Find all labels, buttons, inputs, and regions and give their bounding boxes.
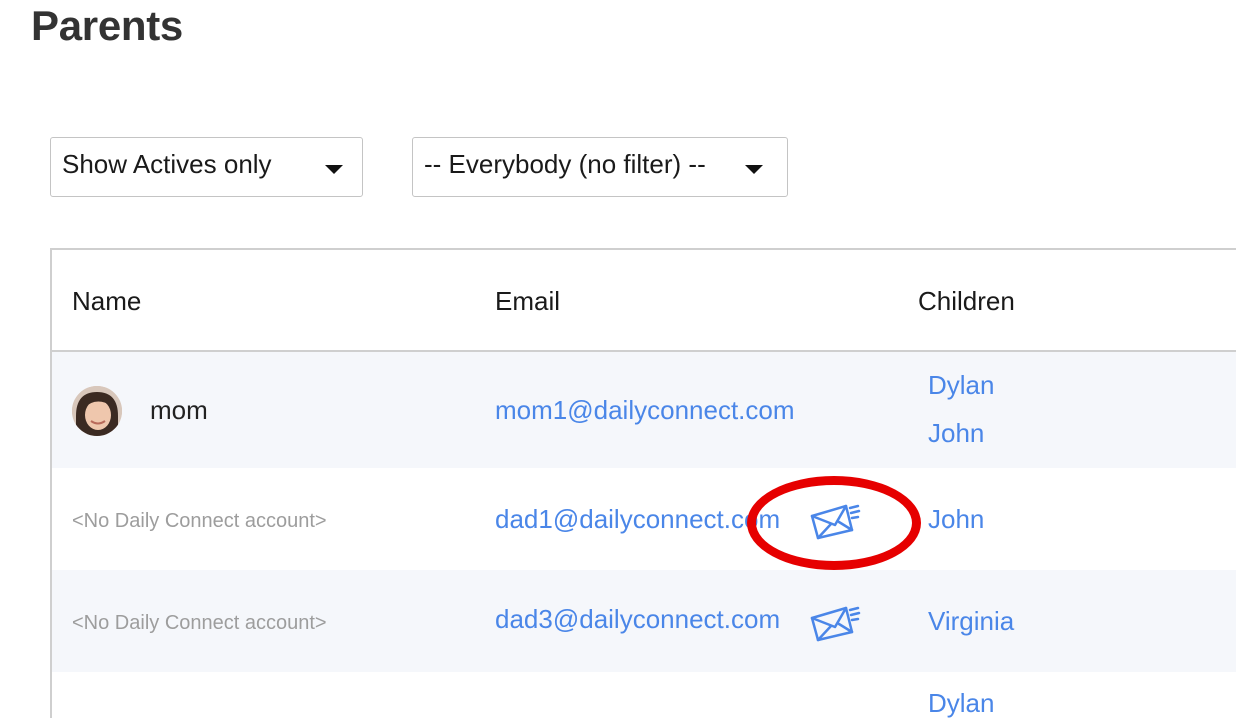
status-filter-value: Show Actives only xyxy=(62,149,272,179)
parents-table: Name Email Children mom mom1@dailyconnec… xyxy=(50,248,1236,718)
table-row: Dylan xyxy=(52,672,1236,718)
child-link[interactable]: John xyxy=(928,504,984,535)
column-header-children[interactable]: Children xyxy=(918,286,1015,317)
child-link[interactable]: John xyxy=(928,418,984,449)
send-email-icon[interactable] xyxy=(808,502,862,540)
table-row: <No Daily Connect account> dad1@dailycon… xyxy=(52,468,1236,570)
status-filter-select[interactable]: Show Actives only xyxy=(50,137,363,197)
parent-name: mom xyxy=(150,395,208,425)
child-link[interactable]: Dylan xyxy=(928,688,994,718)
send-email-icon[interactable] xyxy=(808,604,862,642)
chevron-down-icon xyxy=(745,165,763,174)
page-title: Parents xyxy=(31,2,183,49)
parent-email-link[interactable]: dad1@dailyconnect.com xyxy=(495,504,780,535)
table-header: Name Email Children xyxy=(52,250,1236,352)
table-row: mom mom1@dailyconnect.com Dylan John xyxy=(52,352,1236,468)
parent-email-link[interactable]: dad3@dailyconnect.com xyxy=(495,604,780,635)
child-link[interactable]: Dylan xyxy=(928,370,994,401)
avatar xyxy=(72,386,122,436)
chevron-down-icon xyxy=(325,165,343,174)
column-header-email[interactable]: Email xyxy=(495,286,560,317)
parent-email-link[interactable]: mom1@dailyconnect.com xyxy=(495,395,795,426)
no-account-label: <No Daily Connect account> xyxy=(72,612,327,634)
table-row: <No Daily Connect account> dad3@dailycon… xyxy=(52,570,1236,672)
column-header-name[interactable]: Name xyxy=(72,286,141,317)
group-filter-value: -- Everybody (no filter) -- xyxy=(424,149,706,179)
no-account-label: <No Daily Connect account> xyxy=(72,510,327,532)
group-filter-select[interactable]: -- Everybody (no filter) -- xyxy=(412,137,788,197)
child-link[interactable]: Virginia xyxy=(928,606,1014,637)
